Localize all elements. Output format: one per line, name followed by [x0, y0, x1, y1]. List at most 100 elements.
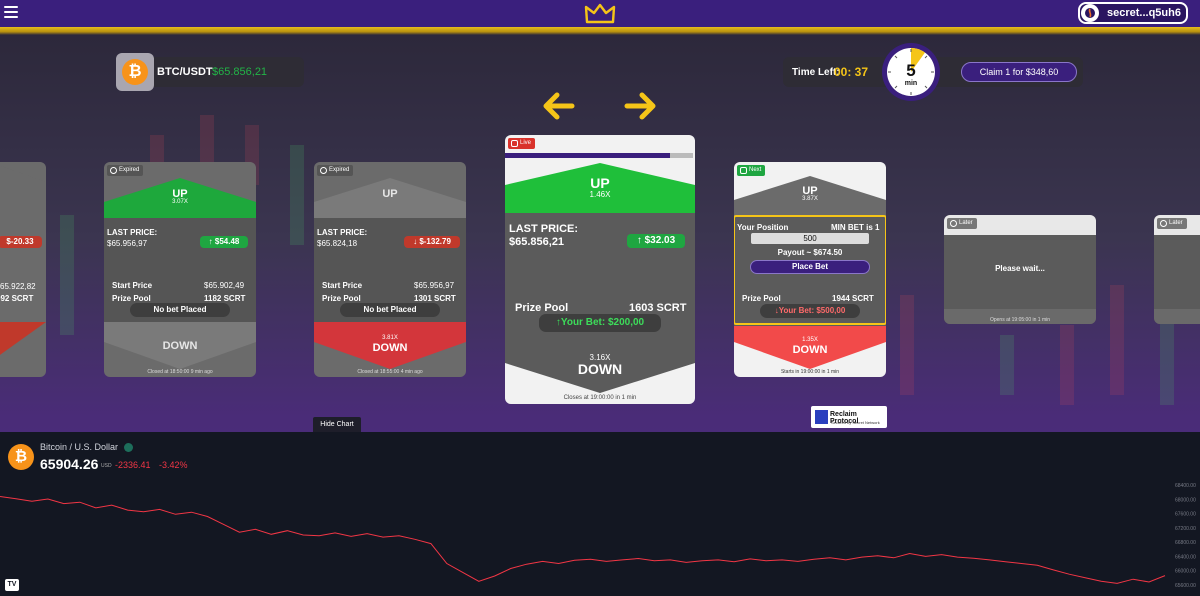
prize-pool-value: 1182 SCRT [204, 294, 246, 303]
up-label: UP [590, 175, 610, 191]
your-position-label: Your Position [737, 223, 789, 232]
round-card-next: Next UP 3.87X Your Position MIN BET is 1… [734, 162, 886, 377]
clock-icon [950, 220, 957, 227]
your-bet-badge: ↓Your Bet: $500,00 [760, 304, 860, 318]
prize-pool-value: 1944 SCRT [832, 294, 874, 303]
round-card-later: Later Please wait... Opens at 19:05:00 i… [944, 215, 1096, 324]
prize-pool-value: 1301 SCRT [414, 294, 456, 303]
reclaim-subtitle: Secured by Secret Network [831, 420, 880, 425]
card-footer-strip [1154, 309, 1200, 324]
bet-status: No bet Placed [340, 303, 440, 317]
status-tag: Expired [107, 165, 144, 176]
prize-pool-label: Prize Pool [322, 294, 361, 303]
pair-name: BTC/USDT [157, 66, 213, 78]
hamburger-menu-icon[interactable] [4, 6, 18, 18]
secret-network-icon [1081, 4, 1099, 22]
round-card-far-left: $-20.33 65.922,82 992 SCRT [0, 162, 46, 377]
down-label: DOWN [792, 344, 828, 356]
y-tick-label: 66000.00 [1175, 569, 1196, 575]
price-change-badge: ↑ $32.03 [627, 234, 685, 248]
prize-pool-value: 992 SCRT [0, 294, 34, 303]
up-multiplier: 3.07X [172, 199, 188, 205]
round-card-later-2: Later [1154, 215, 1200, 324]
tradingview-logo-icon: TV [5, 579, 19, 591]
down-multiplier: 1.35X [802, 337, 818, 343]
clock-icon [320, 167, 327, 174]
arrow-right-icon[interactable] [624, 92, 656, 120]
bet-status: No bet Placed [130, 303, 230, 317]
y-tick-label: 68000.00 [1175, 497, 1196, 503]
claim-button[interactable]: Claim 1 for $348,60 [961, 62, 1077, 82]
y-tick-label: 67600.00 [1175, 512, 1196, 518]
round-card-expired-2: Expired UP LAST PRICE: $65.824,18 ↓ $-13… [314, 162, 466, 377]
reclaim-logo-icon [815, 410, 828, 424]
last-price-label: LAST PRICE: [509, 223, 579, 235]
clock-unit: min [905, 80, 917, 87]
down-label: DOWN [372, 342, 408, 354]
down-label: DOWN [577, 361, 623, 377]
down-label: DOWN [162, 340, 198, 352]
crown-logo-icon [584, 3, 616, 24]
price-change-badge: ↓ $-132.79 [404, 236, 460, 248]
your-bet-badge: ↑Your Bet: $200,00 [539, 314, 661, 332]
next-icon [740, 167, 747, 174]
status-tag: Later [1157, 218, 1187, 229]
y-tick-label: 67200.00 [1175, 526, 1196, 532]
down-multiplier: 3.81X [382, 335, 398, 341]
reclaim-protocol-badge[interactable]: Reclaim Protocol Secured by Secret Netwo… [811, 406, 887, 428]
clock-icon [110, 167, 117, 174]
status-tag: Expired [317, 165, 354, 176]
bitcoin-icon: ₿ [122, 59, 148, 85]
last-price-value: $65.824,18 [317, 239, 358, 248]
round-footer: Starts in 19:00:00 in 1 min [780, 369, 840, 375]
prize-pool-value: 1603 SCRT [629, 302, 687, 314]
progress-track [505, 153, 693, 158]
start-price-value: 65.922,82 [0, 282, 36, 291]
price-change-badge: ↑ $54.48 [200, 236, 248, 248]
prize-pool-label: Prize Pool [112, 294, 151, 303]
payout-label: Payout ~ $674.50 [777, 248, 843, 257]
start-price-value: $65.902,49 [204, 281, 245, 290]
last-price-label: LAST PRICE: [107, 228, 158, 237]
price-change-badge: $-20.33 [0, 236, 42, 248]
round-footer: Opens at 19:05:00 in 1 min [989, 317, 1051, 323]
round-footer: Closes at 19:00:00 in 1 min [563, 395, 637, 401]
wallet-button[interactable]: secret...q5uh6 [1078, 2, 1188, 24]
pair-price: $65.856,21 [212, 66, 268, 78]
y-tick-label: 66800.00 [1175, 540, 1196, 546]
time-left-value: 00: 37 [834, 65, 869, 79]
min-bet-label: MIN BET is 1 [831, 223, 880, 232]
hide-chart-button[interactable]: Hide Chart [313, 417, 361, 432]
start-price-label: Start Price [322, 281, 363, 290]
up-multiplier: 1.46X [589, 190, 611, 199]
start-price-value: $65.956,97 [414, 281, 455, 290]
pair-coin-wrap: ₿ [116, 53, 154, 91]
up-label: UP [382, 188, 398, 200]
price-chart-panel: ₿ Bitcoin / U.S. Dollar 65904.26 USD -23… [0, 432, 1200, 596]
clock-timer-icon: 5 min [882, 43, 940, 101]
price-series-line [0, 496, 1166, 584]
live-icon [511, 140, 518, 147]
last-price-label: LAST PRICE: [317, 228, 368, 237]
wallet-address: secret...q5uh6 [1107, 7, 1181, 19]
arrow-left-icon[interactable] [543, 92, 575, 120]
status-tag: Live [508, 138, 536, 149]
bet-amount-input[interactable]: 500 [751, 233, 869, 244]
status-tag: Later [947, 218, 977, 229]
clock-value: 5 [906, 61, 915, 80]
clock-icon [1160, 220, 1167, 227]
start-price-label: Start Price [112, 281, 153, 290]
round-card-expired-1: Expired UP 3.07X LAST PRICE: $65.956,97 … [104, 162, 256, 377]
place-bet-button[interactable]: Place Bet [750, 260, 870, 274]
round-footer: Closed at 18:50:00 9 min ago [147, 369, 213, 375]
round-card-live: Live UP 1.46X LAST PRICE: $65.856,21 ↑ $… [505, 135, 695, 404]
progress-fill [505, 153, 671, 158]
last-price-value: $65.956,97 [107, 239, 148, 248]
time-left-label: Time Left: [792, 67, 840, 78]
y-tick-label: 66400.00 [1175, 554, 1196, 560]
y-tick-label: 68400.00 [1175, 483, 1196, 489]
top-bar-accent [0, 27, 1200, 35]
prize-pool-label: Prize Pool [742, 294, 781, 303]
price-line-chart[interactable]: 68400.00 68000.00 67600.00 67200.00 66800.00… [0, 432, 1200, 596]
waiting-label: Please wait... [995, 264, 1045, 273]
